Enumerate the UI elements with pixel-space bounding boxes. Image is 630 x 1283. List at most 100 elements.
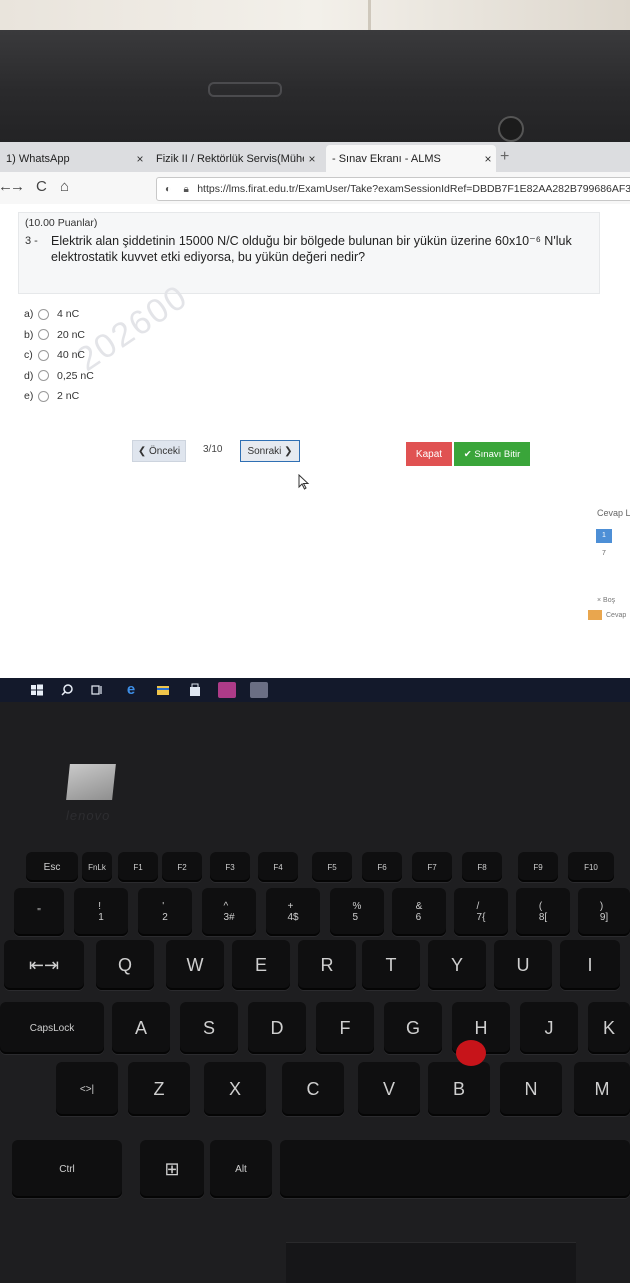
key-ctrl[interactable]: Ctrl [12,1140,122,1198]
question-counter: 3/10 [203,444,223,455]
new-tab-button[interactable]: + [500,148,509,166]
key-esc[interactable]: Esc [26,852,78,882]
key-y[interactable]: Y [428,940,486,990]
question-box: (10.00 Puanlar) 3 - Elektrik alan şiddet… [18,212,600,294]
key-t[interactable]: T [362,940,420,990]
key-fnlk[interactable]: FnLk [82,852,112,882]
key-f3[interactable]: F3 [210,852,250,882]
option-text: 0,25 nC [57,369,94,382]
key-capslock[interactable]: CapsLock [0,1002,104,1054]
key-z[interactable]: Z [128,1062,190,1116]
key-r[interactable]: R [298,940,356,990]
key-alt[interactable]: Alt [210,1140,272,1198]
key-f7[interactable]: F7 [412,852,452,882]
radio-button[interactable] [38,370,49,382]
bezel-slot [208,82,282,97]
key-tab-icon[interactable]: ⇤⇥ [4,940,84,990]
key-k[interactable]: K [588,1002,630,1054]
option-c[interactable]: c) 40 nC [24,345,94,366]
key-x[interactable]: X [204,1062,266,1116]
key-f[interactable]: F [316,1002,374,1054]
reload-button[interactable]: C [36,178,47,195]
tab-sinav-ekrani[interactable]: - Sınav Ekranı - ALMS × [326,145,496,172]
key-space[interactable] [280,1140,630,1198]
key-q[interactable]: Q [96,940,154,990]
search-icon[interactable] [58,682,76,698]
tab-close-icon[interactable]: × [480,152,496,166]
key-2[interactable]: ' 2 [138,888,192,936]
key-f4[interactable]: F4 [258,852,298,882]
touchpad[interactable] [286,1242,576,1283]
key-1[interactable]: ! 1 [74,888,128,936]
tab-fizik[interactable]: Fizik II / Rektörlük Servis(Mühend... × [150,145,320,172]
key-5[interactable]: % 5 [330,888,384,936]
key-windows[interactable]: ⊞ [140,1140,204,1198]
key-m[interactable]: M [574,1062,630,1116]
brand-logo: lenovo [66,808,111,823]
radio-button[interactable] [38,390,49,402]
tab-title: Fizik II / Rektörlük Servis(Mühend... [156,152,304,165]
key-f6[interactable]: F6 [362,852,402,882]
tab-whatsapp[interactable]: 1) WhatsApp × [0,145,148,172]
key-3[interactable]: ^ 3# [202,888,256,936]
key-n[interactable]: N [500,1062,562,1116]
windows-start-icon[interactable] [28,682,46,698]
option-a[interactable]: a) 4 nC [24,304,94,325]
address-bar[interactable]: ◐ 🔒︎ https://lms.firat.edu.tr/ExamUser/T… [156,177,630,201]
key-a[interactable]: A [112,1002,170,1054]
question-text: Elektrik alan şiddetinin 15000 N/C olduğ… [51,234,572,264]
radio-button[interactable] [38,349,49,361]
key-4[interactable]: + 4$ [266,888,320,936]
key-angle-brackets[interactable]: <>| [56,1062,118,1116]
option-b[interactable]: b) 20 nC [24,325,94,346]
store-icon[interactable] [186,682,204,698]
home-button[interactable]: ⌂ [60,178,69,195]
key-j[interactable]: J [520,1002,578,1054]
url-text: https://lms.firat.edu.tr/ExamUser/Take?e… [197,183,630,195]
radio-button[interactable] [38,329,49,341]
answer-list-item[interactable]: 7 [596,547,612,561]
tab-close-icon[interactable]: × [132,152,148,166]
finish-exam-button[interactable]: ✔ Sınavı Bitir [454,442,530,466]
option-label: d) [24,369,34,382]
key-f1[interactable]: F1 [118,852,158,882]
key-f8[interactable]: F8 [462,852,502,882]
tab-close-icon[interactable]: × [304,152,320,166]
answer-options: a) 4 nC b) 20 nC c) 40 nC d) 0,25 nC e) [24,304,94,407]
key-e[interactable]: E [232,940,290,990]
previous-button[interactable]: ❮ Önceki [132,440,186,462]
key-6[interactable]: & 6 [392,888,446,936]
option-d[interactable]: d) 0,25 nC [24,366,94,387]
tab-title: 1) WhatsApp [6,152,70,165]
key-d[interactable]: D [248,1002,306,1054]
task-view-icon[interactable] [88,682,106,698]
close-exam-button[interactable]: Kapat [406,442,452,466]
key-9[interactable]: ) 9] [578,888,630,936]
key-c[interactable]: C [282,1062,344,1116]
key-w[interactable]: W [166,940,224,990]
radio-button[interactable] [38,308,49,320]
key-f9[interactable]: F9 [518,852,558,882]
key-u[interactable]: U [494,940,552,990]
answer-list-item[interactable]: 1 [596,529,612,543]
key-8[interactable]: ( 8[ [516,888,570,936]
photos-icon[interactable] [250,682,268,698]
forward-button[interactable]: → [10,178,25,195]
edge-icon[interactable]: e [122,682,140,698]
key-v[interactable]: V [358,1062,420,1116]
trackpoint[interactable] [456,1040,486,1066]
option-e[interactable]: e) 2 nC [24,386,94,407]
key-7[interactable]: / 7{ [454,888,508,936]
file-explorer-icon[interactable] [154,682,172,698]
key-b[interactable]: B [428,1062,490,1116]
key-g[interactable]: G [384,1002,442,1054]
option-text: 20 nC [57,328,86,341]
next-button[interactable]: Sonraki ❯ [240,440,300,462]
key-f5[interactable]: F5 [312,852,352,882]
key-i[interactable]: I [560,940,620,990]
key-s[interactable]: S [180,1002,238,1054]
key-f10[interactable]: F10 [568,852,614,882]
key-f2[interactable]: F2 [162,852,202,882]
paint-icon[interactable] [218,682,236,698]
key-quote[interactable]: " [14,888,64,936]
